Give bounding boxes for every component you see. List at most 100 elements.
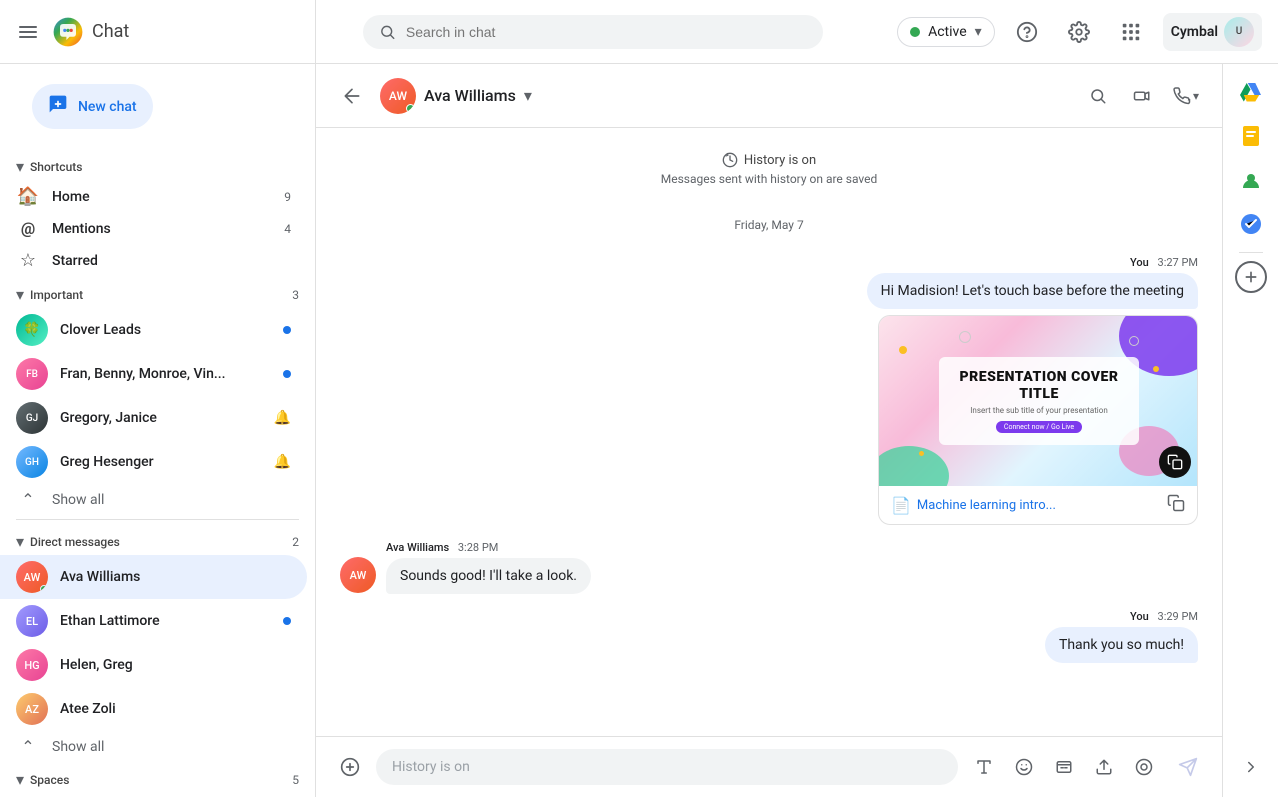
shortcuts-collapse-icon: ▾ xyxy=(16,157,24,176)
message-row-1: You 3:27 PM Hi Madision! Let's touch bas… xyxy=(340,256,1198,525)
attachment-copy-button[interactable] xyxy=(1167,494,1185,516)
new-chat-button[interactable]: New chat xyxy=(32,84,153,129)
input-placeholder: History is on xyxy=(392,759,470,775)
sidebar-item-home[interactable]: 🏠 Home 9 xyxy=(0,180,307,213)
hamburger-menu[interactable] xyxy=(8,12,48,52)
cymbal-logo[interactable]: Cymbal U xyxy=(1163,13,1262,51)
chat-input-area: History is on xyxy=(316,736,1222,797)
contacts-icon xyxy=(1239,168,1263,192)
attach-button[interactable] xyxy=(1086,749,1122,785)
settings-button[interactable] xyxy=(1059,12,1099,52)
important-count: 3 xyxy=(292,288,299,302)
unread-dot-fran xyxy=(283,370,291,378)
contacts-button[interactable] xyxy=(1231,160,1271,200)
message-bubble-2: Sounds good! I'll take a look. xyxy=(386,558,591,594)
tasks-button[interactable] xyxy=(1231,204,1271,244)
format-text-button[interactable] xyxy=(966,749,1002,785)
sidebar-item-helen[interactable]: HG Helen, Greg xyxy=(0,643,307,687)
sidebar-item-ava-williams[interactable]: AW Ava Williams xyxy=(0,555,307,599)
video-call-button[interactable] xyxy=(1122,76,1162,116)
sidebar-item-fran-benny[interactable]: FB Fran, Benny, Monroe, Vin... xyxy=(0,352,307,396)
contact-name-chevron[interactable]: ▾ xyxy=(524,86,532,105)
emoji-button[interactable] xyxy=(1006,749,1042,785)
dm-title: Direct messages xyxy=(30,535,120,549)
sidebar-item-mentions[interactable]: @ Mentions 4 xyxy=(0,213,307,244)
sidebar-item-clover-leads[interactable]: 🍀 Clover Leads xyxy=(0,308,307,352)
sidebar-item-ethan[interactable]: EL Ethan Lattimore xyxy=(0,599,307,643)
attachment-card[interactable]: PRESENTATION COVER TITLE Insert the sub … xyxy=(878,315,1198,525)
bell-icon-greg: 🔔 xyxy=(274,454,291,470)
mentions-icon: @ xyxy=(16,219,40,238)
copy-overlay-icon xyxy=(1167,454,1183,470)
show-all-important[interactable]: ⌃ Show all xyxy=(0,484,315,515)
message-meta-1: You 3:27 PM xyxy=(1130,256,1198,269)
phone-chevron: ▾ xyxy=(1193,89,1199,103)
chat-messages: History is on Messages sent with history… xyxy=(316,128,1222,736)
drive-icon xyxy=(1239,80,1263,104)
home-icon: 🏠 xyxy=(16,186,40,207)
chat-input-box[interactable]: History is on xyxy=(376,749,958,785)
direct-messages-header[interactable]: ▾ Direct messages 2 xyxy=(0,524,315,555)
drive-button[interactable] xyxy=(1231,72,1271,112)
search-in-chat-button[interactable] xyxy=(1078,76,1118,116)
history-on-text: History is on xyxy=(744,153,816,168)
apps-button[interactable] xyxy=(1111,12,1151,52)
emoji-icon xyxy=(1015,758,1033,776)
chat-contact-name[interactable]: Ava Williams xyxy=(424,86,516,105)
help-icon xyxy=(1016,21,1038,43)
shortcuts-header[interactable]: ▾ Shortcuts xyxy=(0,149,315,180)
record-button[interactable] xyxy=(1126,749,1162,785)
message-content-2: Ava Williams 3:28 PM Sounds good! I'll t… xyxy=(386,541,591,594)
keep-button[interactable] xyxy=(1231,116,1271,156)
back-button[interactable] xyxy=(332,76,372,116)
attachment-name: 📄 Machine learning intro... xyxy=(891,496,1056,515)
add-panel-button[interactable] xyxy=(1235,261,1267,293)
show-all-dm[interactable]: ⌃ Show all xyxy=(0,731,315,762)
send-button[interactable] xyxy=(1170,749,1206,785)
phone-icon xyxy=(1173,87,1191,105)
avatar-atee: AZ xyxy=(16,693,48,725)
tasks-icon xyxy=(1239,212,1263,236)
add-button[interactable] xyxy=(332,749,368,785)
attachment-copy-overlay[interactable] xyxy=(1159,446,1191,478)
right-panel-divider xyxy=(1239,252,1263,253)
copy-icon xyxy=(1167,494,1185,512)
sidebar-topbar: Chat xyxy=(0,0,315,64)
bell-icon-gregory: 🔔 xyxy=(274,410,291,426)
divider-1 xyxy=(16,519,299,520)
presentation-cta: Connect now / Go Live xyxy=(996,421,1082,433)
status-text: Active xyxy=(928,24,967,40)
send-icon xyxy=(1178,757,1198,777)
search-in-chat-icon xyxy=(1089,87,1107,105)
dm-count: 2 xyxy=(292,535,299,549)
sidebar-item-gregory[interactable]: GJ Gregory, Janice 🔔 xyxy=(0,396,307,440)
spaces-header[interactable]: ▾ Spaces 5 xyxy=(0,762,315,793)
add-panel-icon xyxy=(1243,269,1259,285)
avatar-gregory: GJ xyxy=(16,402,48,434)
important-header[interactable]: ▾ Important 3 xyxy=(0,277,315,308)
chat-header-actions: ▾ xyxy=(1078,76,1206,116)
shortcuts-title: Shortcuts xyxy=(30,160,82,174)
avatar-fran-benny: FB xyxy=(16,358,48,390)
mention-button[interactable] xyxy=(1046,749,1082,785)
presentation-title: PRESENTATION COVER TITLE xyxy=(955,369,1123,403)
sidebar-item-starred[interactable]: ☆ Starred xyxy=(0,244,307,277)
status-indicator[interactable]: Active ▾ xyxy=(897,17,995,47)
record-icon xyxy=(1135,758,1153,776)
chat-container: AW Ava Williams ▾ xyxy=(316,64,1278,797)
input-actions xyxy=(966,749,1162,785)
message-meta-3: You 3:29 PM xyxy=(1130,610,1198,623)
space-cloud-announcements[interactable]: ☁️ Cloud Annoucements xyxy=(0,793,307,797)
sidebar-item-atee[interactable]: AZ Atee Zoli xyxy=(0,687,307,731)
help-button[interactable] xyxy=(1007,12,1047,52)
dm-collapse-icon: ▾ xyxy=(16,532,24,551)
presentation-overlay: PRESENTATION COVER TITLE Insert the sub … xyxy=(879,316,1198,486)
search-input[interactable] xyxy=(406,24,807,40)
sidebar-item-greg-hesenger[interactable]: GH Greg Hesenger 🔔 xyxy=(0,440,307,484)
expand-panel-button[interactable] xyxy=(1242,758,1260,781)
contact-avatar: AW xyxy=(380,78,416,114)
phone-call-button[interactable]: ▾ xyxy=(1166,76,1206,116)
search-bar[interactable] xyxy=(363,15,823,49)
attach-icon xyxy=(1095,758,1113,776)
history-notice: History is on Messages sent with history… xyxy=(340,144,1198,194)
